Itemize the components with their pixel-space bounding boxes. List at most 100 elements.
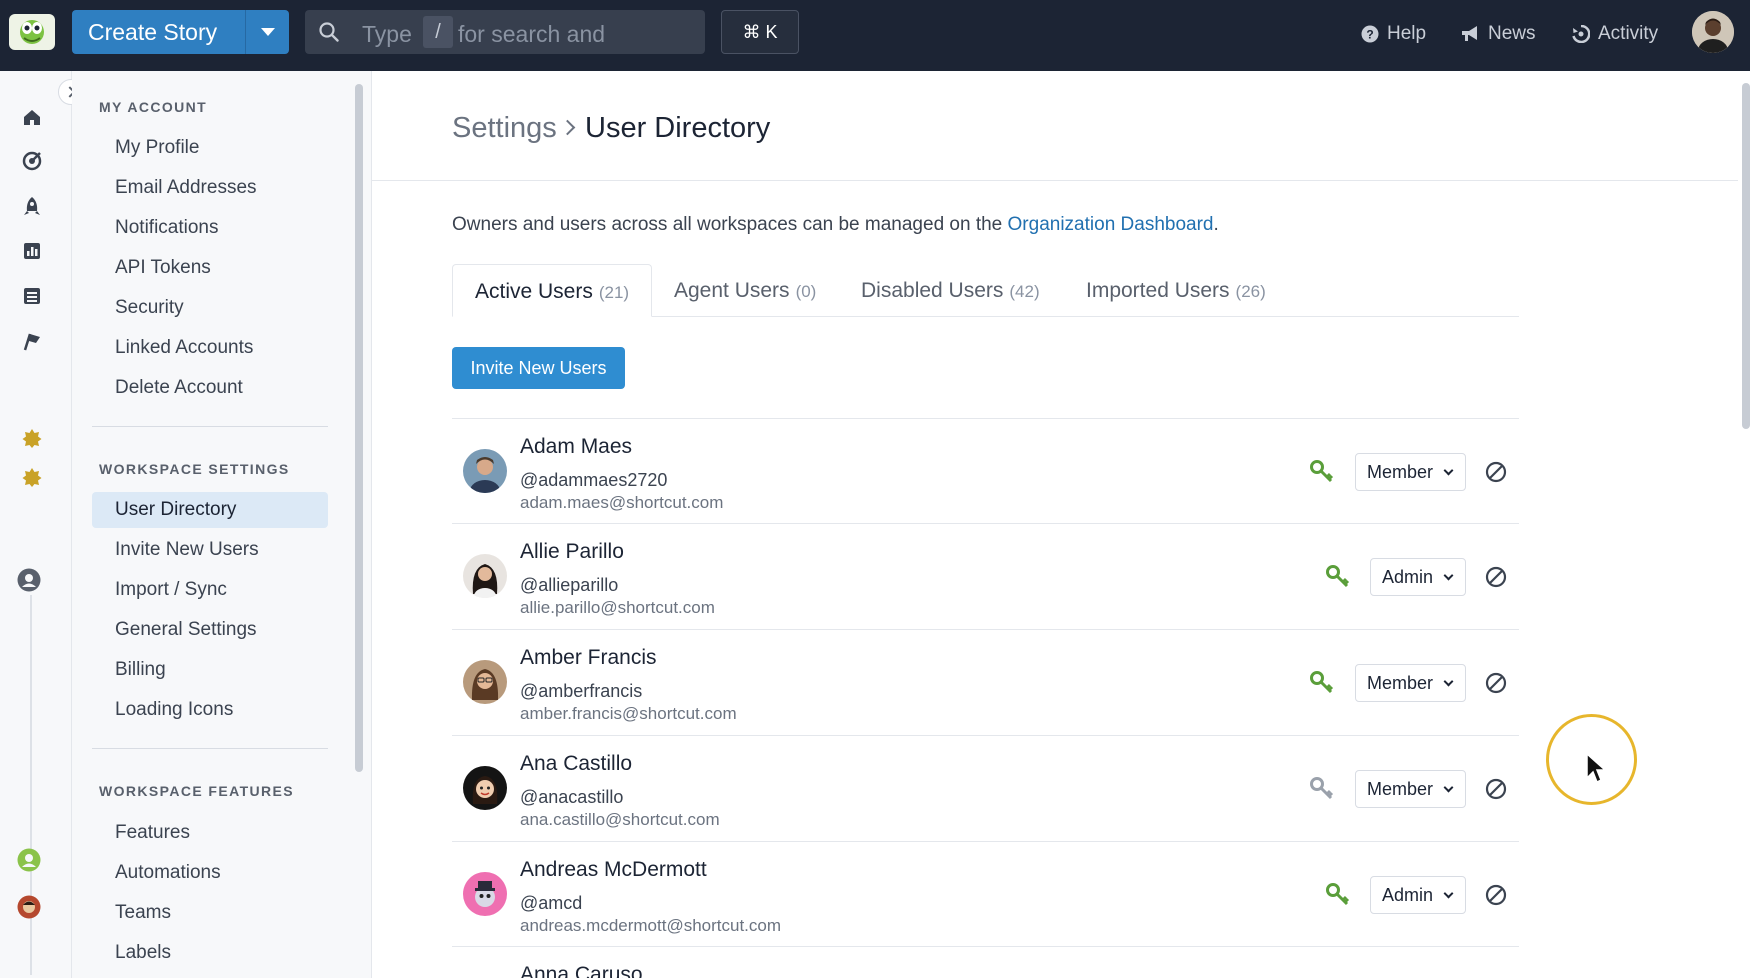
user-email: allie.parillo@shortcut.com — [520, 598, 715, 617]
user-name[interactable]: Anna Caruso — [520, 963, 643, 978]
table-row: Ana Castillo @anacastillo ana.castillo@s… — [452, 735, 1519, 841]
avatar[interactable] — [463, 449, 507, 493]
role-value: Admin — [1381, 885, 1433, 905]
workspace-settings-heading: WORKSPACE SETTINGS — [99, 461, 290, 477]
document-icon[interactable] — [21, 285, 43, 307]
target-icon[interactable] — [21, 150, 43, 172]
user-green-icon[interactable] — [17, 848, 41, 872]
create-story-dropdown-button[interactable] — [245, 10, 289, 54]
home-icon[interactable] — [21, 106, 43, 128]
nav-item-billing[interactable]: Billing — [92, 652, 328, 688]
table-row: Anna Caruso — [452, 946, 1519, 978]
nav-item-loading-icons[interactable]: Loading Icons — [92, 692, 328, 728]
create-story-label: Create Story — [88, 19, 218, 45]
workspace-features-heading: WORKSPACE FEATURES — [99, 783, 295, 799]
nav-item-import-sync[interactable]: Import / Sync — [92, 572, 328, 608]
avatar[interactable] — [463, 660, 507, 704]
nav-item-api-tokens[interactable]: API Tokens — [92, 250, 328, 286]
role-value: Member — [1366, 779, 1433, 799]
tab-imported-users[interactable]: Imported Users (26) — [1064, 264, 1288, 317]
role-select[interactable]: Member — [1354, 453, 1466, 491]
chevron-down-icon — [1443, 570, 1454, 581]
nav-item-automations[interactable]: Automations — [92, 855, 328, 891]
user-name[interactable]: Ana Castillo — [520, 752, 632, 776]
disable-user-icon[interactable] — [1485, 778, 1507, 800]
nav-item-teams[interactable]: Teams — [92, 895, 328, 931]
search-input[interactable]: Type / for search and — [305, 10, 705, 54]
key-icon[interactable] — [1325, 564, 1351, 590]
role-select[interactable]: Member — [1354, 664, 1466, 702]
organization-dashboard-link[interactable]: Organization Dashboard — [1008, 214, 1214, 235]
tab-active-users[interactable]: Active Users (21) — [452, 264, 653, 317]
nav-item-security[interactable]: Security — [92, 290, 328, 326]
rocket-icon[interactable] — [21, 195, 43, 217]
nav-item-email-addresses[interactable]: Email Addresses — [92, 170, 328, 206]
nav-item-my-profile[interactable]: My Profile — [92, 130, 328, 166]
nav-scrollbar[interactable] — [355, 84, 363, 772]
create-story-button[interactable]: Create Story — [72, 10, 289, 54]
user-name[interactable]: Andreas McDermott — [520, 858, 707, 882]
invite-new-users-button[interactable]: Invite New Users — [452, 347, 625, 389]
star-badge-icon[interactable] — [21, 427, 43, 449]
tab-agent-users[interactable]: Agent Users (0) — [652, 264, 838, 317]
chevron-down-icon — [1443, 782, 1454, 793]
command-palette-button[interactable]: ⌘ K — [721, 10, 799, 54]
activity-label: Activity — [1598, 23, 1659, 44]
table-row: Allie Parillo @allieparillo allie.parill… — [452, 523, 1519, 629]
user-email: ana.castillo@shortcut.com — [520, 810, 720, 829]
tab-label: Active Users — [475, 280, 593, 303]
chevron-down-icon — [1443, 888, 1454, 899]
nav-divider — [92, 426, 328, 427]
chart-icon[interactable] — [21, 240, 43, 262]
key-icon[interactable] — [1325, 882, 1351, 908]
user-name[interactable]: Adam Maes — [520, 435, 632, 459]
disable-user-icon[interactable] — [1485, 672, 1507, 694]
nav-item-user-directory[interactable]: User Directory — [92, 492, 328, 528]
nav-item-invite-new-users[interactable]: Invite New Users — [92, 532, 328, 568]
user-avatar[interactable] — [1692, 11, 1734, 53]
user-handle: @allieparillo — [520, 575, 619, 595]
news-link[interactable]: News — [1460, 21, 1536, 47]
nav-item-delete-account[interactable]: Delete Account — [92, 370, 328, 406]
disable-user-icon[interactable] — [1485, 884, 1507, 906]
avatar[interactable] — [463, 872, 507, 916]
nav-item-linked-accounts[interactable]: Linked Accounts — [92, 330, 328, 366]
role-select[interactable]: Admin — [1369, 558, 1466, 596]
svg-text:?: ? — [1366, 28, 1373, 42]
table-row: Andreas McDermott @amcd andreas.mcdermot… — [452, 841, 1519, 947]
tab-disabled-users[interactable]: Disabled Users (42) — [839, 264, 1062, 317]
avatar[interactable] — [463, 766, 507, 810]
news-label: News — [1488, 23, 1536, 44]
chevron-down-icon — [1443, 676, 1454, 687]
nav-item-notifications[interactable]: Notifications — [92, 210, 328, 246]
disable-user-icon[interactable] — [1485, 566, 1507, 588]
role-value: Admin — [1381, 567, 1433, 587]
user-circle-icon[interactable] — [17, 568, 41, 592]
disable-user-icon[interactable] — [1485, 461, 1507, 483]
role-select[interactable]: Admin — [1369, 876, 1466, 914]
nav-item-features[interactable]: Features — [92, 815, 328, 851]
nav-item-labels[interactable]: Labels — [92, 935, 328, 971]
key-icon[interactable] — [1309, 459, 1335, 485]
intro-text-before: Owners and users across all workspaces c… — [452, 214, 1008, 235]
help-link[interactable]: ? Help — [1361, 21, 1426, 47]
page-title: User Directory — [585, 112, 771, 144]
main-scrollbar[interactable] — [1742, 83, 1750, 429]
avatar[interactable] — [463, 554, 507, 598]
key-icon[interactable] — [1309, 670, 1335, 696]
activity-link[interactable]: Activity — [1572, 21, 1658, 47]
avatar-icon[interactable] — [17, 895, 41, 919]
user-name[interactable]: Amber Francis — [520, 646, 657, 670]
tab-label: Disabled Users — [861, 279, 1004, 302]
app-logo[interactable] — [9, 14, 55, 50]
help-icon: ? — [1361, 25, 1379, 43]
top-bar: Create Story Type / for search and ⌘ K ?… — [0, 0, 1750, 71]
key-icon[interactable] — [1309, 776, 1335, 802]
flag-icon[interactable] — [21, 330, 43, 352]
tab-count: (0) — [795, 282, 817, 301]
breadcrumb-settings[interactable]: Settings — [452, 112, 557, 145]
user-name[interactable]: Allie Parillo — [520, 540, 624, 564]
role-select[interactable]: Member — [1354, 770, 1466, 808]
nav-item-general-settings[interactable]: General Settings — [92, 612, 328, 648]
star-badge-icon[interactable] — [21, 466, 43, 488]
